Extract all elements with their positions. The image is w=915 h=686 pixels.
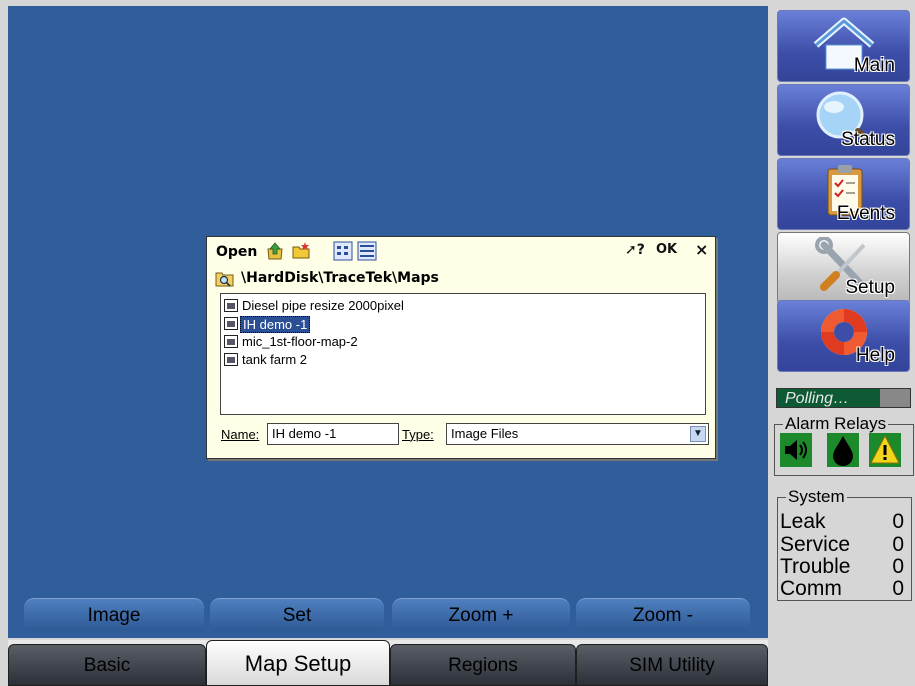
nav-events-label: Events [836,203,895,224]
polling-label: Polling… [785,390,850,407]
chevron-down-icon[interactable]: ▼ [690,426,706,442]
details-view-icon[interactable] [357,241,377,261]
filename-row: Name: IH demo -1 Type: Image Files ▼ [221,423,711,447]
warning-icon [869,433,901,467]
zoom-in-button[interactable]: Zoom + [392,598,570,631]
name-label: Name: [221,427,260,442]
new-folder-icon[interactable] [291,241,311,261]
image-file-icon [224,317,238,330]
nav-setup-label: Setup [845,277,895,298]
system-row-service: Service 0 [780,533,904,556]
list-view-icon[interactable] [333,241,353,261]
image-file-icon [224,335,238,348]
system-row-comm: Comm 0 [780,577,904,600]
ok-button[interactable]: OK [656,242,677,257]
tab-regions[interactable]: Regions [390,644,576,686]
current-path: \HardDisk\TraceTek\Maps [241,270,439,286]
set-button[interactable]: Set [210,598,384,631]
nav-status-label: Status [841,129,895,150]
close-button[interactable]: × [695,240,708,259]
nav-help-button[interactable]: Help [777,300,910,372]
speaker-icon [780,433,812,467]
nav-main-button[interactable]: Main [777,10,910,82]
nav-setup-button[interactable]: Setup [777,232,910,304]
open-file-dialog: Open ➚? OK × \HardDisk\TraceTek\Maps Die… [206,236,716,459]
dialog-title: Open [216,244,258,260]
tab-map-setup[interactable]: Map Setup [206,640,390,686]
path-bar: \HardDisk\TraceTek\Maps [215,269,705,289]
system-status-group: System Leak 0 Service 0 Trouble 0 Comm 0 [777,487,912,601]
image-button[interactable]: Image [24,598,204,631]
tab-basic[interactable]: Basic [8,644,206,686]
up-folder-icon[interactable] [265,241,285,261]
image-file-icon [224,299,238,312]
folder-search-icon [215,272,234,287]
nav-help-label: Help [855,345,895,366]
file-list[interactable]: Diesel pipe resize 2000pixel IH demo -1 … [220,293,706,415]
tab-sim-utility[interactable]: SIM Utility [576,644,768,686]
drop-icon [827,433,859,467]
polling-indicator: Polling… [776,388,911,408]
nav-events-button[interactable]: Events [777,158,910,230]
help-button[interactable]: ➚? [625,242,645,258]
polling-bar-remainder [880,389,910,407]
alarm-relays-title: Alarm Relays [783,414,889,434]
filename-input[interactable]: IH demo -1 [267,423,399,445]
cursor-arrow-icon: ➚ [625,242,637,258]
dialog-titlebar: Open ➚? OK × [207,237,715,267]
alarm-relays-group: Alarm Relays [774,414,914,476]
system-title: System [786,487,847,507]
tab-bar: Basic Map Setup Regions SIM Utility [8,640,768,686]
system-row-leak: Leak 0 [780,510,904,533]
nav-main-label: Main [853,55,895,76]
zoom-out-button[interactable]: Zoom - [576,598,750,631]
file-type-value: Image Files [451,426,519,441]
file-type-select[interactable]: Image Files ▼ [446,423,709,445]
type-label: Type: [402,427,434,442]
nav-status-button[interactable]: Status [777,84,910,156]
system-row-trouble: Trouble 0 [780,555,904,578]
image-file-icon [224,353,238,366]
